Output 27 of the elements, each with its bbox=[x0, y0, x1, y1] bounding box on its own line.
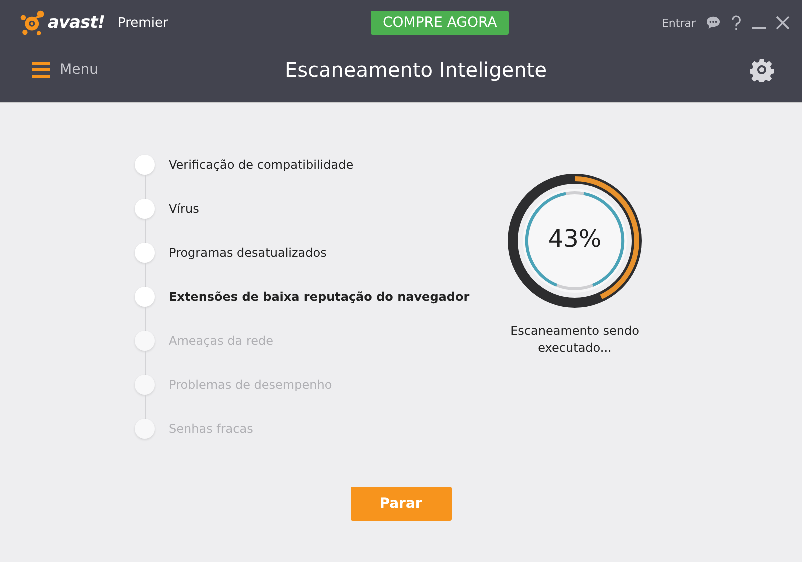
step-label: Verificação de compatibilidade bbox=[169, 158, 354, 172]
splat-icon bbox=[20, 10, 46, 36]
step-label: Vírus bbox=[169, 202, 200, 216]
close-icon[interactable] bbox=[776, 16, 790, 30]
page-title: Escaneamento Inteligente bbox=[284, 58, 548, 82]
step-marker bbox=[135, 243, 155, 263]
edition-label: Premier bbox=[118, 16, 168, 30]
step-label: Ameaças da rede bbox=[169, 334, 274, 348]
step-label: Problemas de desempenho bbox=[169, 378, 332, 392]
progress-percent: 43% bbox=[547, 225, 603, 253]
settings-icon[interactable] bbox=[750, 58, 774, 82]
step-marker bbox=[135, 199, 155, 219]
login-link[interactable]: Entrar bbox=[662, 16, 696, 30]
progress-caption: Escaneamento sendo executado... bbox=[510, 323, 640, 357]
step-label: Extensões de baixa reputação do navegador bbox=[169, 290, 470, 304]
step-marker bbox=[135, 155, 155, 175]
menu-icon bbox=[32, 62, 50, 78]
help-icon[interactable] bbox=[731, 15, 742, 31]
logo-text: avast! bbox=[48, 13, 106, 33]
step-marker bbox=[135, 375, 155, 395]
step-label: Senhas fracas bbox=[169, 422, 254, 436]
step-marker bbox=[135, 419, 155, 439]
step-marker bbox=[135, 287, 155, 307]
step-label: Programas desatualizados bbox=[169, 246, 327, 260]
chat-icon[interactable] bbox=[706, 16, 721, 30]
step-marker bbox=[135, 331, 155, 351]
menu-button[interactable]: Menu bbox=[32, 62, 232, 78]
